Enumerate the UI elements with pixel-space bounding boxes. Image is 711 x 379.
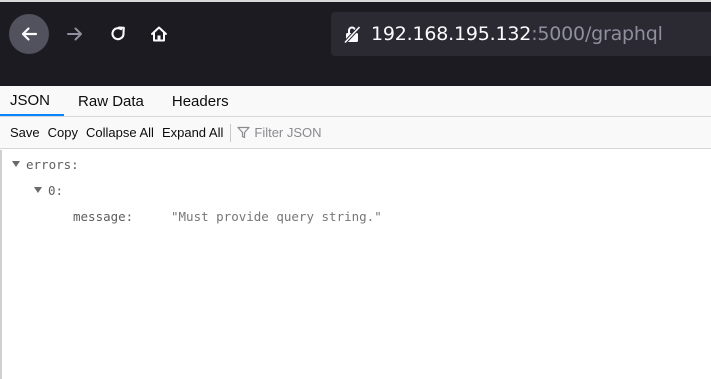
json-key: 0: (48, 182, 64, 198)
back-arrow-icon (21, 27, 38, 41)
save-button[interactable]: Save (6, 125, 44, 140)
expand-triangle-icon[interactable] (12, 161, 20, 167)
url-text[interactable]: 192.168.195.132:5000/graphql (371, 23, 663, 45)
home-button[interactable] (139, 14, 179, 54)
url-path: :5000/graphql (531, 23, 663, 45)
reload-button[interactable] (98, 14, 138, 54)
tab-json[interactable]: JSON (0, 86, 65, 116)
json-key: message: (73, 208, 134, 224)
forward-button[interactable] (55, 14, 95, 54)
tree-row-errors[interactable]: errors: (12, 154, 79, 174)
copy-button[interactable]: Copy (44, 125, 82, 140)
browser-toolbar: 192.168.195.132:5000/graphql (0, 0, 711, 86)
toolbar-divider (230, 123, 232, 142)
filter-placeholder: Filter JSON (254, 125, 322, 140)
tab-headers[interactable]: Headers (158, 86, 243, 116)
filter-json-input[interactable]: Filter JSON (237, 125, 322, 140)
back-button[interactable] (9, 14, 49, 54)
viewer-tabs: JSON Raw Data Headers (0, 86, 711, 117)
url-host: 192.168.195.132 (371, 23, 532, 45)
reload-icon (111, 26, 125, 41)
forward-arrow-icon (67, 27, 82, 41)
home-icon (151, 26, 167, 42)
json-key: errors: (26, 156, 79, 172)
browser-window: 192.168.195.132:5000/graphql JSON Raw Da… (0, 0, 711, 379)
json-tree: errors: 0: message: "Must provide query … (0, 150, 711, 379)
json-string-value: "Must provide query string." (171, 208, 382, 224)
expand-triangle-icon[interactable] (34, 187, 42, 193)
url-bar[interactable]: 192.168.195.132:5000/graphql (331, 12, 711, 56)
insecure-lock-icon[interactable] (341, 23, 363, 45)
collapse-all-button[interactable]: Collapse All (82, 125, 158, 140)
filter-icon (237, 126, 250, 139)
tree-row-message[interactable]: message: "Must provide query string." (73, 206, 382, 226)
tree-row-item-0[interactable]: 0: (34, 180, 63, 200)
expand-all-button[interactable]: Expand All (158, 125, 227, 140)
json-toolbar: Save Copy Collapse All Expand All Filter… (0, 117, 711, 149)
tab-raw-data[interactable]: Raw Data (64, 86, 158, 116)
